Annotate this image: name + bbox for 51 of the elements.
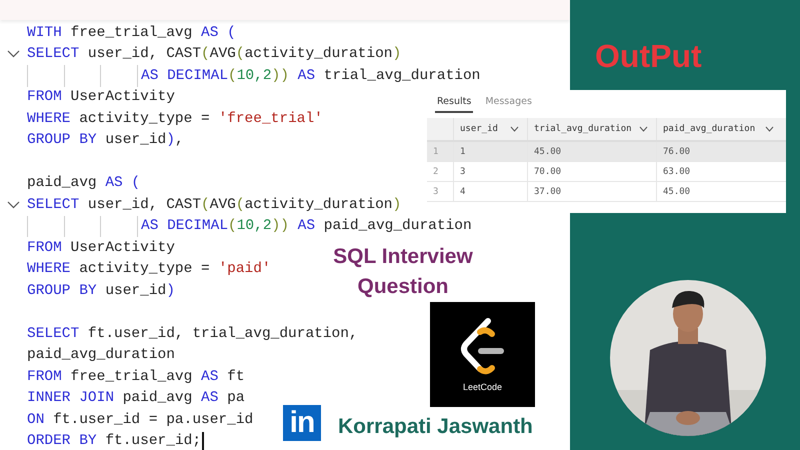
result-row[interactable]: 2 3 70.00 63.00 — [427, 162, 786, 182]
headline: SQL Interview — [332, 244, 474, 270]
code-line: FROM UserActivity — [27, 240, 175, 256]
text-cursor — [202, 432, 204, 450]
table-cell: 37.00 — [534, 186, 562, 196]
code-line: AS DECIMAL(10,2)) AS trial_avg_duration — [141, 68, 480, 84]
table-cell: 70.00 — [534, 166, 562, 176]
code-line: WHERE activity_type = 'free_trial' — [27, 110, 323, 127]
results-tab[interactable]: Messages — [483, 96, 534, 113]
code-line: ORDER BY ft.user_id; — [27, 433, 202, 450]
chevron-down-icon[interactable] — [7, 50, 20, 58]
result-row[interactable]: 1 1 45.00 76.00 — [427, 142, 786, 162]
table-cell: 76.00 — [663, 146, 690, 156]
code-line: AS DECIMAL(10,2)) AS paid_avg_duration — [141, 218, 472, 234]
table-cell: 45.00 — [534, 146, 562, 156]
table-cell: 63.00 — [663, 166, 690, 176]
code-line: WITH free_trial_avg AS ( — [27, 24, 236, 41]
network-logo: in — [283, 405, 321, 441]
row-number: 3 — [433, 186, 438, 196]
chevron-down-icon[interactable] — [639, 126, 648, 132]
chevron-down-icon[interactable] — [765, 126, 774, 132]
code-line: SELECT user_id, CAST(AVG(activity_duration) — [27, 46, 402, 62]
table-cell: 3 — [460, 166, 466, 176]
code-line: WHERE activity_type = 'paid' — [27, 261, 271, 278]
row-number: 2 — [433, 166, 438, 176]
column-header: trial_avg_duration — [534, 124, 632, 134]
logo-caption: LeetCode — [462, 382, 502, 392]
table-cell: 45.00 — [663, 186, 690, 196]
code-line: FROM UserActivity — [27, 89, 175, 106]
column-header: paid_avg_duration — [663, 124, 756, 134]
code-line: FROM free_trial_avg AS ft — [27, 368, 245, 385]
output-heading: OutPut — [595, 38, 702, 75]
row-number: 1 — [433, 146, 438, 156]
results-tab[interactable]: Results — [435, 96, 474, 113]
code-line: INNER JOIN paid_avg AS pa — [27, 390, 245, 406]
code-line: paid_avg_duration — [27, 347, 175, 364]
table-cell: 4 — [460, 186, 466, 196]
code-line: ON ft.user_id = pa.user_id — [27, 412, 254, 428]
table-cell: 1 — [460, 146, 466, 156]
column-header: user_id — [460, 124, 498, 134]
logo-icon — [460, 318, 506, 376]
code-line: paid_avg AS ( — [27, 175, 140, 192]
code-line: SELECT ft.user_id, trial_avg_duration, — [27, 326, 358, 342]
headline: Question — [356, 274, 450, 300]
code-line: GROUP BY user_id) — [27, 282, 175, 299]
chevron-down-icon[interactable] — [7, 200, 20, 209]
result-row[interactable]: 3 4 37.00 45.00 — [427, 182, 786, 202]
author-name: Korrapati Jaswanth — [338, 415, 533, 439]
code-line: GROUP BY user_id), — [27, 132, 184, 148]
code-line: SELECT user_id, CAST(AVG(activity_duration) — [27, 196, 402, 213]
chevron-down-icon[interactable] — [510, 126, 519, 132]
